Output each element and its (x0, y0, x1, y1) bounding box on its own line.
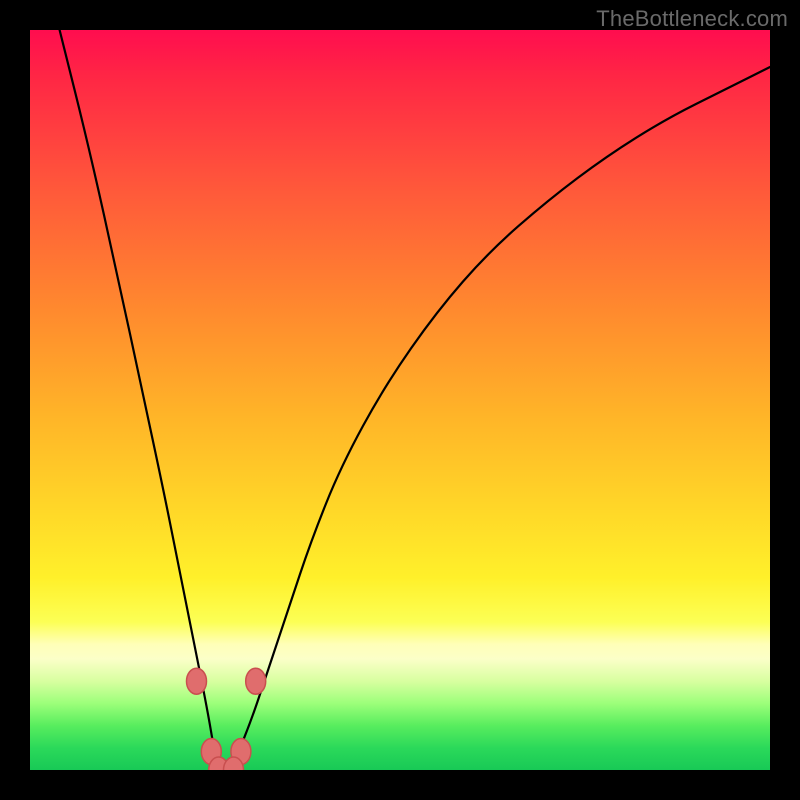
bottleneck-curve-svg (30, 30, 770, 770)
bottleneck-curve-path (60, 30, 770, 770)
curve-markers-group (187, 668, 266, 770)
chart-frame: TheBottleneck.com (0, 0, 800, 800)
watermark-text: TheBottleneck.com (596, 6, 788, 32)
curve-marker (187, 668, 207, 694)
plot-area (30, 30, 770, 770)
curve-marker (246, 668, 266, 694)
